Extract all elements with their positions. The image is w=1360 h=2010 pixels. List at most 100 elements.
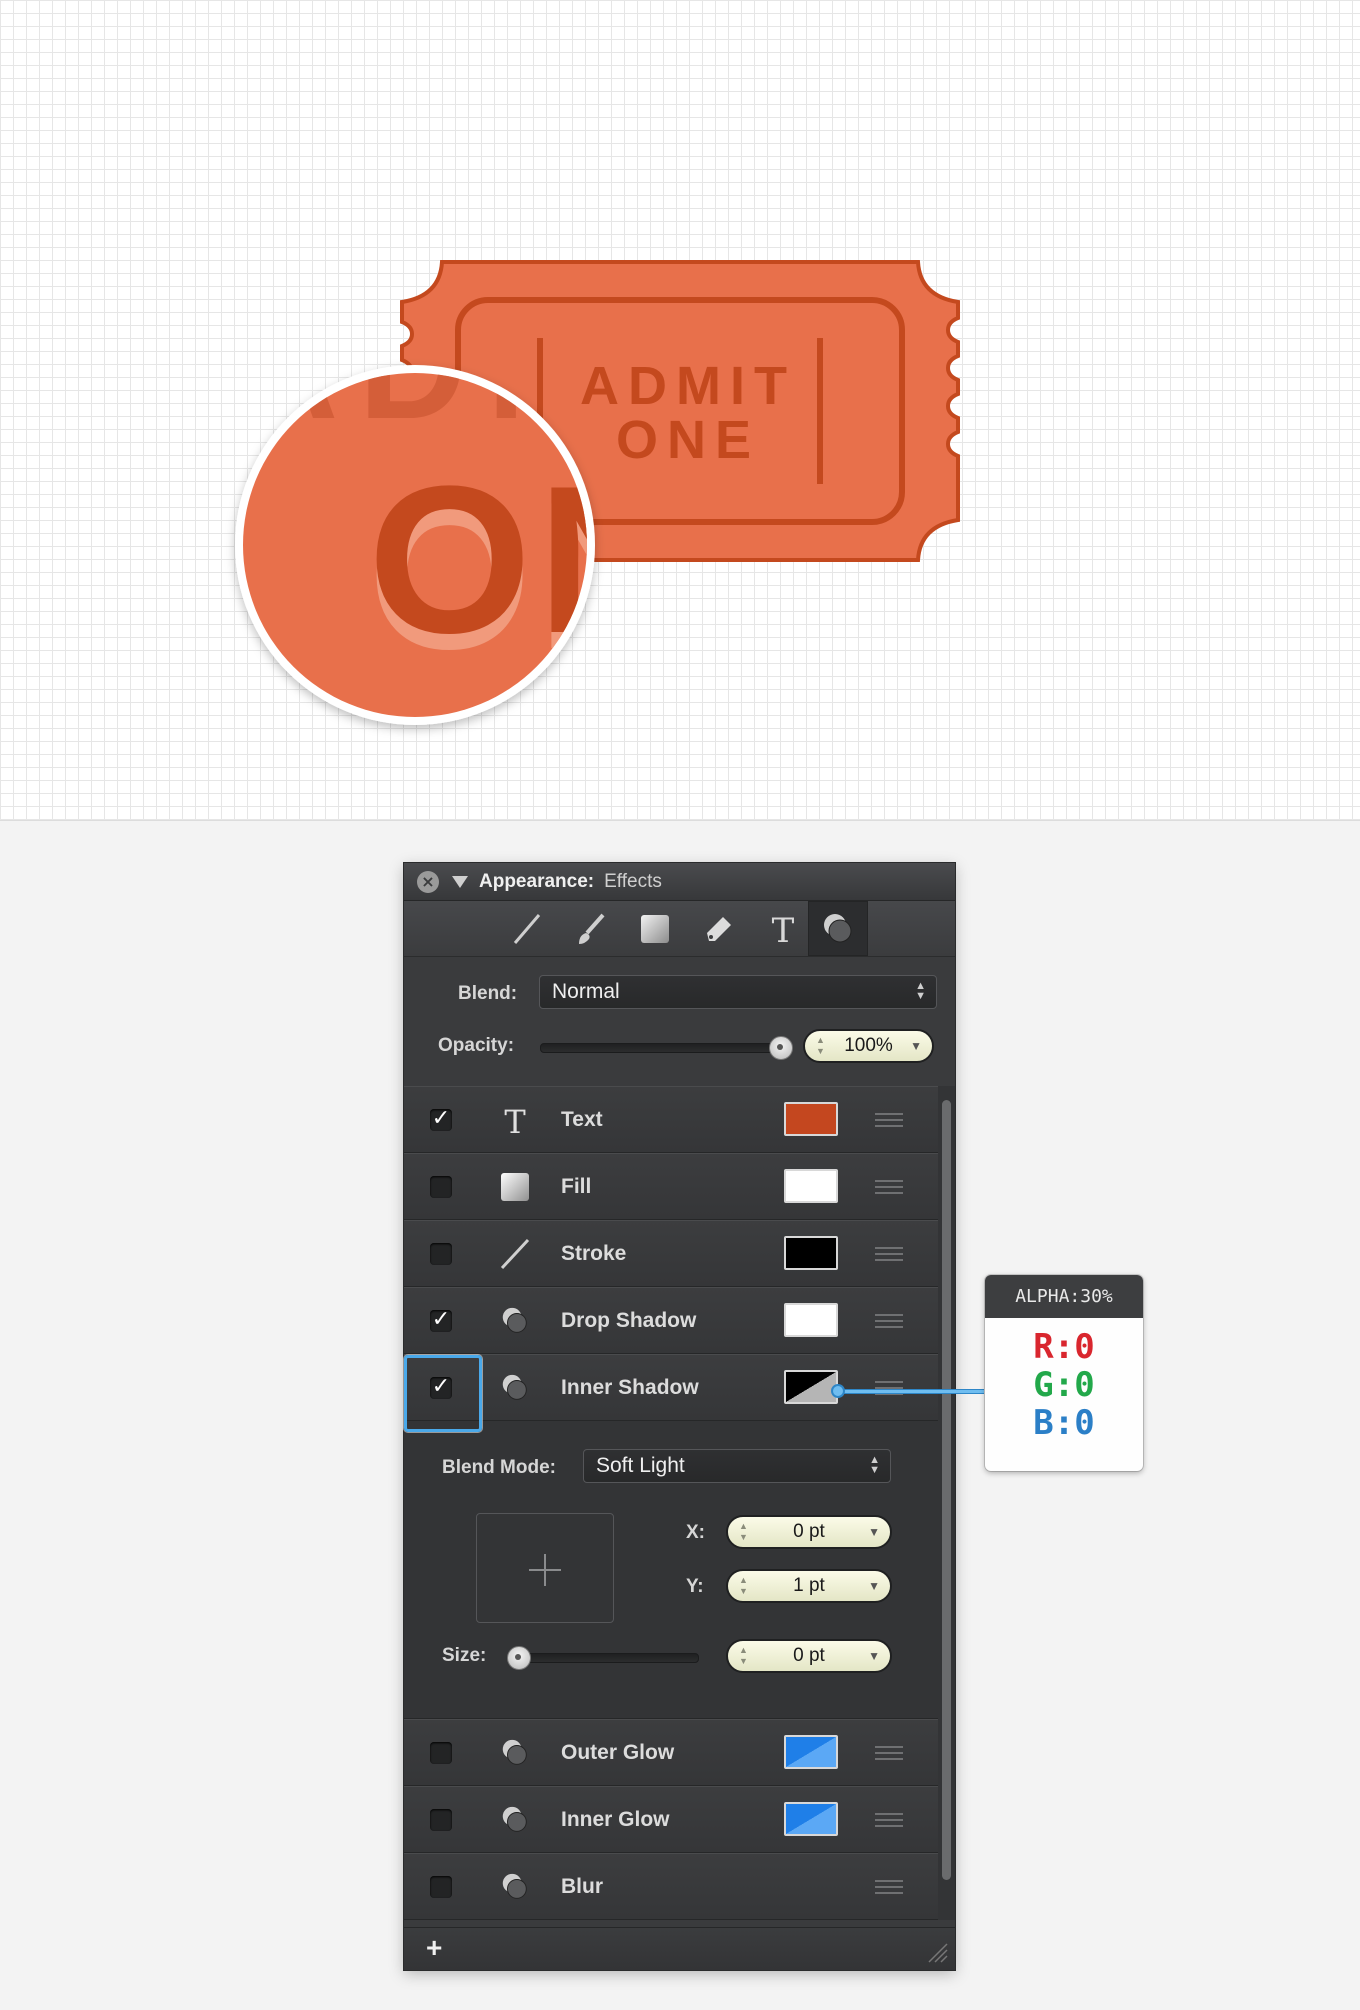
- checkbox-highlight: [404, 1355, 482, 1432]
- stroke-icon: [499, 1238, 531, 1270]
- drag-handle-icon[interactable]: [875, 1180, 903, 1194]
- y-offset-stepper[interactable]: ▲ ▼ 1 pt ▼: [726, 1569, 892, 1603]
- effect-row-inner-glow[interactable]: Inner Glow: [404, 1786, 938, 1853]
- callout-red-value: R:0: [1033, 1327, 1095, 1367]
- scrollbar-thumb[interactable]: [942, 1100, 951, 1880]
- effect-row-drop-shadow[interactable]: ✓ Drop Shadow: [404, 1287, 938, 1354]
- y-offset-value: 1 pt: [793, 1575, 825, 1596]
- select-arrows-icon: ▲ ▼: [869, 1454, 880, 1476]
- effect-label: Inner Shadow: [561, 1376, 699, 1399]
- size-label: Size:: [442, 1645, 487, 1666]
- shadow-icon: [499, 1737, 531, 1769]
- effect-label: Inner Glow: [561, 1808, 670, 1831]
- resize-grip-icon[interactable]: [925, 1940, 949, 1964]
- effects-list: ✓ T Text Fill Stroke ✓ Drop Shadow ✓ Inn…: [404, 1086, 938, 1920]
- effect-checkbox[interactable]: ✓: [430, 1108, 452, 1131]
- callout-alpha: ALPHA:30%: [985, 1275, 1143, 1318]
- size-value: 0 pt: [793, 1645, 825, 1666]
- svg-text:T: T: [504, 1104, 526, 1136]
- effect-row-stroke[interactable]: Stroke: [404, 1220, 938, 1287]
- effect-checkbox[interactable]: [430, 1876, 452, 1898]
- blend-mode-select[interactable]: Soft Light ▲ ▼: [583, 1449, 891, 1483]
- select-arrows-icon: ▲ ▼: [915, 980, 926, 1002]
- inner-shadow-settings: Blend Mode: Soft Light ▲ ▼ X: ▲ ▼ 0 pt ▼ Y…: [404, 1421, 938, 1719]
- effect-row-outer-glow[interactable]: Outer Glow: [404, 1719, 938, 1786]
- svg-text:T: T: [772, 911, 795, 947]
- color-swatch[interactable]: [784, 1735, 838, 1769]
- stepper-arrows-icon[interactable]: ▲ ▼: [816, 1035, 825, 1057]
- brush-tool-icon[interactable]: [565, 909, 617, 949]
- effect-row-fill[interactable]: Fill: [404, 1153, 938, 1220]
- blend-select[interactable]: Normal ▲ ▼: [539, 975, 937, 1009]
- drag-handle-icon[interactable]: [875, 1813, 903, 1827]
- callout-green-value: G:0: [1033, 1365, 1095, 1405]
- stepper-arrows-icon[interactable]: ▲ ▼: [739, 1645, 748, 1667]
- effect-label: Fill: [561, 1175, 592, 1198]
- chevron-down-icon[interactable]: ▼: [868, 1649, 880, 1663]
- color-swatch[interactable]: [784, 1370, 838, 1404]
- panel-bottom-bar: +: [404, 1927, 955, 1970]
- effect-checkbox[interactable]: [430, 1809, 452, 1831]
- effect-checkbox[interactable]: [430, 1243, 452, 1265]
- drag-handle-icon[interactable]: [875, 1113, 903, 1127]
- blend-mode-label: Blend Mode:: [442, 1457, 556, 1478]
- panel-subtitle: Effects: [604, 870, 662, 892]
- opacity-stepper[interactable]: ▲ ▼ 100% ▼: [803, 1029, 934, 1063]
- effects-scrollbar[interactable]: [938, 1086, 955, 1920]
- effect-checkbox[interactable]: [430, 1742, 452, 1764]
- color-swatch[interactable]: [784, 1802, 838, 1836]
- close-icon[interactable]: ×: [417, 870, 439, 893]
- text-tool-icon[interactable]: T: [757, 909, 809, 949]
- color-callout: ALPHA:30% R:0 G:0 B:0: [985, 1275, 1143, 1471]
- fill-icon: [499, 1171, 531, 1203]
- drag-handle-icon[interactable]: [875, 1746, 903, 1760]
- size-slider-track[interactable]: [509, 1653, 699, 1663]
- opacity-label: Opacity:: [438, 1035, 515, 1056]
- artboard-canvas[interactable]: ADMIT ONE ADMIT ON ON: [0, 0, 1360, 821]
- drag-handle-icon[interactable]: [875, 1314, 903, 1328]
- blend-select-value: Normal: [552, 980, 620, 1003]
- stepper-arrows-icon[interactable]: ▲ ▼: [739, 1575, 748, 1597]
- effect-row-blur[interactable]: Blur: [404, 1853, 938, 1920]
- chevron-down-icon[interactable]: ▼: [868, 1525, 880, 1539]
- size-stepper[interactable]: ▲ ▼ 0 pt ▼: [726, 1639, 892, 1673]
- color-swatch[interactable]: [784, 1303, 838, 1337]
- pen-tool-icon[interactable]: [693, 909, 745, 949]
- color-swatch[interactable]: [784, 1102, 838, 1136]
- color-swatch[interactable]: [784, 1236, 838, 1270]
- shadow-offset-preview[interactable]: [476, 1513, 614, 1623]
- x-label: X:: [686, 1522, 705, 1543]
- disclosure-triangle-icon[interactable]: [452, 875, 468, 888]
- opacity-slider-knob[interactable]: [769, 1036, 793, 1060]
- color-swatch[interactable]: [784, 1169, 838, 1203]
- chevron-down-icon[interactable]: ▼: [868, 1579, 880, 1593]
- y-label: Y:: [686, 1576, 704, 1597]
- x-offset-stepper[interactable]: ▲ ▼ 0 pt ▼: [726, 1515, 892, 1549]
- add-effect-button[interactable]: +: [426, 1932, 442, 1964]
- effect-label: Stroke: [561, 1242, 627, 1265]
- chevron-down-icon[interactable]: ▼: [910, 1039, 922, 1053]
- effect-row-inner-shadow[interactable]: ✓ Inner Shadow: [404, 1354, 938, 1421]
- panel-titlebar[interactable]: × Appearance: Effects: [404, 863, 955, 901]
- effect-label: Drop Shadow: [561, 1309, 697, 1332]
- callout-connector: [840, 1389, 986, 1394]
- stroke-tool-icon[interactable]: [501, 909, 553, 949]
- drag-handle-icon[interactable]: [875, 1880, 903, 1894]
- effect-label: Text: [561, 1108, 603, 1131]
- effect-row-text[interactable]: ✓ T Text: [404, 1086, 938, 1153]
- stepper-arrows-icon[interactable]: ▲ ▼: [739, 1521, 748, 1543]
- effect-checkbox[interactable]: ✓: [430, 1309, 452, 1332]
- effects-tool-icon[interactable]: [808, 901, 868, 956]
- effect-checkbox[interactable]: [430, 1176, 452, 1198]
- shadow-icon: [499, 1372, 531, 1404]
- shadow-icon: [499, 1804, 531, 1836]
- size-slider-knob[interactable]: [507, 1646, 531, 1670]
- ticket-illustration: ADMIT ONE ADMIT ON ON: [235, 260, 960, 725]
- fill-tool-icon[interactable]: [629, 909, 681, 949]
- callout-blue-value: B:0: [1033, 1403, 1095, 1443]
- opacity-value: 100%: [844, 1035, 893, 1056]
- opacity-slider-track[interactable]: [540, 1043, 782, 1053]
- callout-rgb: R:0 G:0 B:0: [985, 1318, 1143, 1442]
- panel-title: Appearance:: [479, 870, 595, 892]
- drag-handle-icon[interactable]: [875, 1247, 903, 1261]
